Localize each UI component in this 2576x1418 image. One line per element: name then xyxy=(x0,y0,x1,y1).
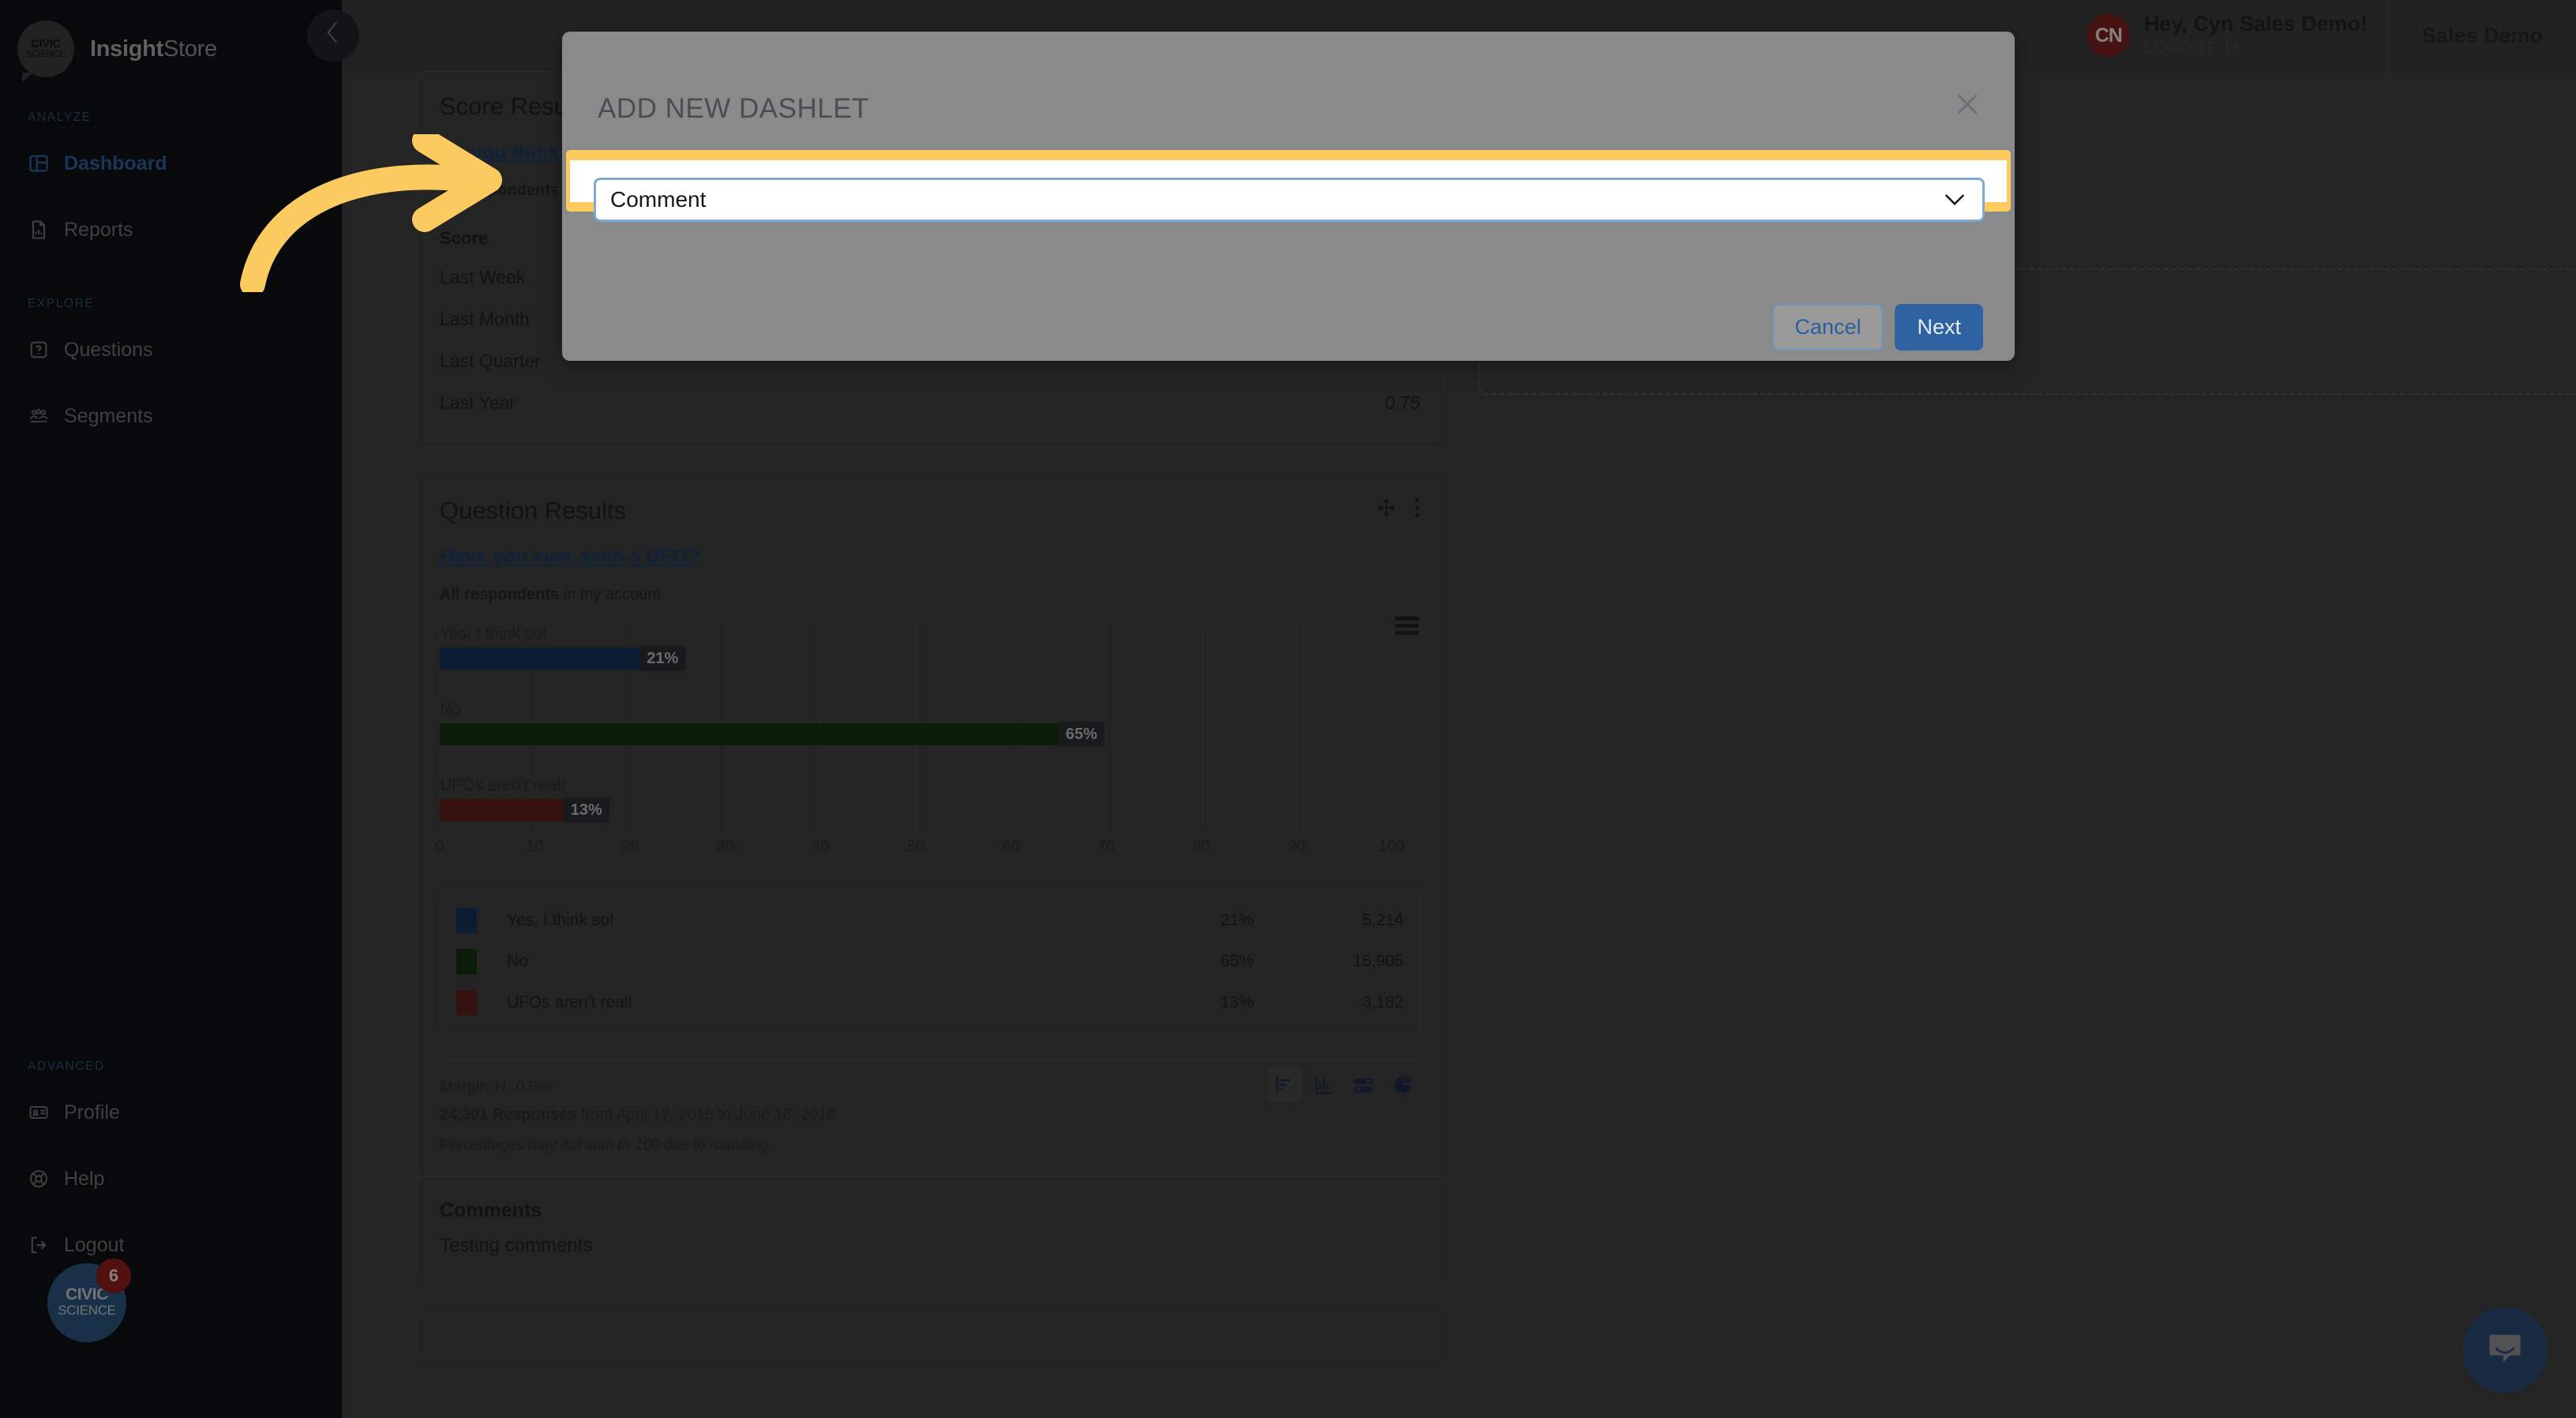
next-button[interactable]: Next xyxy=(1895,304,1983,351)
app-root: CN Hey, Cyn Sales Demo! LOGOUT Sales Dem… xyxy=(0,0,2576,1418)
dashlet-type-select[interactable]: Comment xyxy=(594,178,1985,222)
modal-actions: Cancel Next xyxy=(1772,304,1983,351)
dashlet-type-selected-value: Comment xyxy=(610,187,707,212)
modal-title: ADD NEW DASHLET xyxy=(598,93,869,124)
chevron-down-icon xyxy=(1943,189,1967,210)
cancel-button[interactable]: Cancel xyxy=(1772,304,1884,351)
close-x-icon[interactable] xyxy=(1952,88,1983,126)
